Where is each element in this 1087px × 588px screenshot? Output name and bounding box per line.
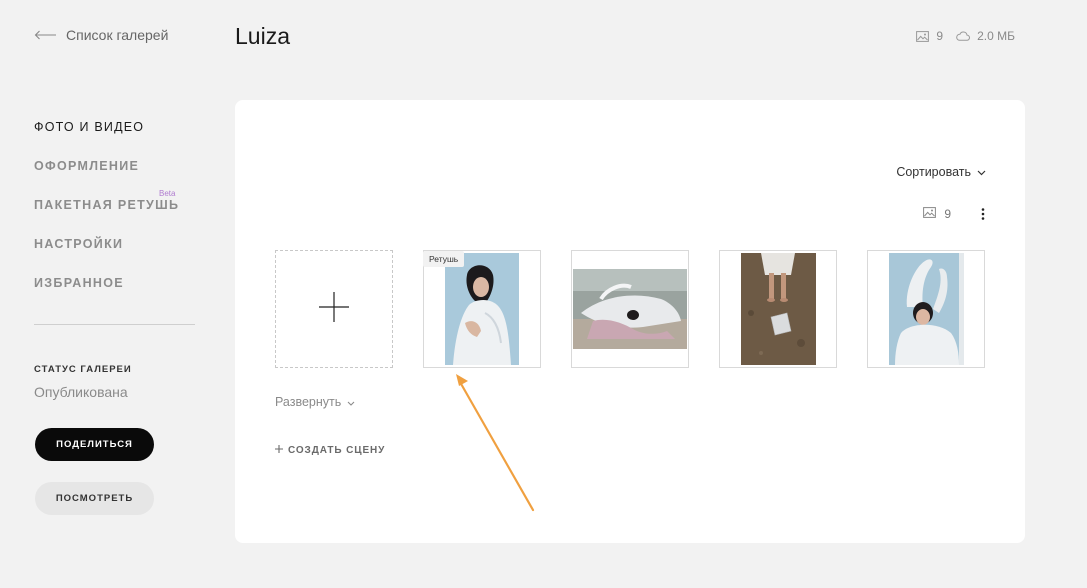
photo-image (573, 269, 687, 349)
plus-icon (275, 445, 283, 456)
chevron-down-icon (347, 395, 355, 409)
expand-label: Развернуть (275, 395, 342, 409)
sidebar-item-batch-retouch[interactable]: ПАКЕТНАЯ РЕТУШЬ Beta (34, 189, 180, 237)
add-photo-tile[interactable] (275, 250, 393, 368)
more-options-icon[interactable] (981, 208, 985, 220)
beta-badge: Beta (159, 189, 176, 198)
gallery-status-value: Опубликована (34, 384, 128, 400)
back-link-label: Список галерей (66, 27, 169, 43)
back-to-galleries-link[interactable]: Список галерей (34, 27, 168, 43)
create-scene-button[interactable]: СОЗДАТЬ СЦЕНУ (275, 445, 385, 456)
sort-label: Сортировать (896, 165, 971, 179)
page-title: Luiza (235, 23, 290, 49)
sidebar-divider (34, 324, 195, 325)
photo-thumbnail[interactable] (719, 250, 837, 368)
image-icon (923, 207, 937, 221)
photo-image (445, 253, 519, 365)
view-button[interactable]: ПОСМОТРЕТЬ (35, 482, 154, 515)
sidebar-item-design[interactable]: ОФОРМЛЕНИЕ (34, 159, 179, 198)
expand-toggle[interactable]: Развернуть (275, 395, 355, 409)
photo-count: 9 (936, 29, 944, 43)
photo-image (740, 253, 816, 365)
scene-toolbar: 9 (923, 207, 985, 221)
sidebar-nav: ФОТО И ВИДЕО ОФОРМЛЕНИЕ ПАКЕТНАЯ РЕТУШЬ … (34, 120, 179, 315)
photo-thumbnail[interactable] (867, 250, 985, 368)
arrow-left-icon (34, 30, 57, 40)
sidebar-item-label: ФОТО И ВИДЕО (34, 120, 145, 134)
photo-thumbnail[interactable] (571, 250, 689, 368)
sidebar-item-label: ПАКЕТНАЯ РЕТУШЬ (34, 198, 180, 212)
gallery-status-title: СТАТУС ГАЛЕРЕИ (34, 364, 132, 375)
gallery-stats: 9 2.0 МБ (916, 29, 1015, 43)
sort-dropdown[interactable]: Сортировать (896, 165, 986, 179)
storage-size: 2.0 МБ (977, 29, 1015, 43)
page: Список галерей Luiza 9 2.0 МБ ФОТО И ВИД… (0, 0, 1087, 588)
scene-photo-count: 9 (944, 207, 951, 221)
cloud-icon (956, 31, 971, 41)
sidebar-item-label: ИЗБРАННОЕ (34, 276, 124, 290)
sidebar-item-favorites[interactable]: ИЗБРАННОЕ (34, 276, 179, 315)
gallery-card: Сортировать 9 Развернуть СОЗДАТЬ СЦЕНУ (235, 100, 1025, 543)
sidebar-item-settings[interactable]: НАСТРОЙКИ (34, 237, 179, 276)
sidebar-item-photo-video[interactable]: ФОТО И ВИДЕО (34, 120, 179, 159)
plus-icon (318, 291, 350, 328)
photo-image (888, 253, 964, 365)
retouch-tag: Ретушь (423, 251, 465, 267)
chevron-down-icon (977, 165, 986, 179)
share-button[interactable]: ПОДЕЛИТЬСЯ (35, 428, 154, 461)
image-icon (916, 30, 930, 42)
photo-thumbnail[interactable] (423, 250, 541, 368)
sidebar-item-label: ОФОРМЛЕНИЕ (34, 159, 140, 173)
create-scene-label: СОЗДАТЬ СЦЕНУ (288, 445, 386, 456)
sidebar-item-label: НАСТРОЙКИ (34, 237, 124, 251)
